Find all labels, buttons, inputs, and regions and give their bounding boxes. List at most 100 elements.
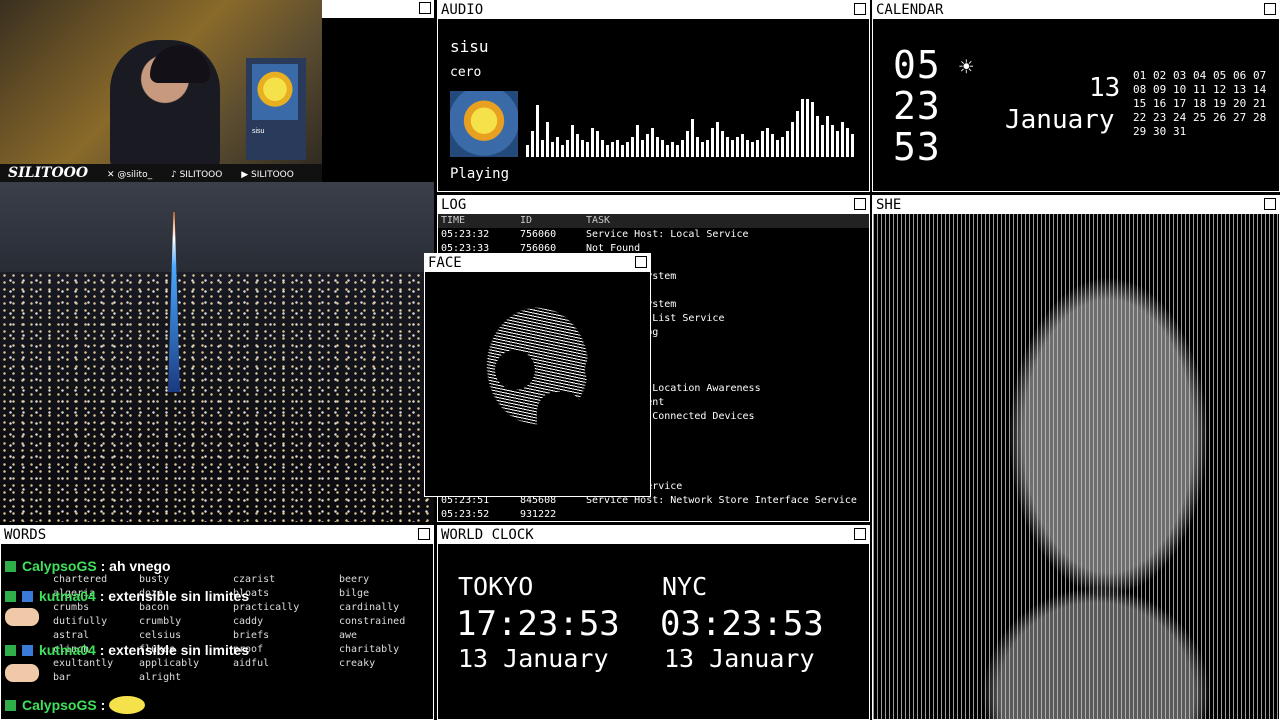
visualizer-bar	[711, 128, 714, 157]
audio-panel: AUDIO sisu cero Playing	[437, 0, 870, 192]
visualizer-bar	[741, 134, 744, 157]
visualizer-bar	[626, 142, 629, 157]
chat-username[interactable]: kutma04	[39, 642, 96, 658]
visualizer-bar	[746, 140, 749, 157]
mod-badge-icon	[5, 561, 16, 572]
window-button-icon[interactable]	[419, 2, 431, 14]
visualizer-bar	[791, 122, 794, 157]
visualizer-bar	[776, 140, 779, 157]
log-row: 05:23:52 931222	[438, 508, 869, 521]
visualizer-bar	[671, 142, 674, 157]
prime-badge-icon	[22, 591, 33, 602]
face-titlebar[interactable]: FACE	[425, 254, 650, 272]
visualizer-bar	[676, 145, 679, 157]
word-item: crumbly	[139, 616, 182, 627]
chat-message: kutma04 : extensible sin limites	[5, 642, 249, 658]
clock-city-tokyo: TOKYO	[458, 572, 534, 601]
emote-icon	[5, 664, 39, 682]
left-top-titlebar	[322, 0, 434, 18]
visualizer-bar	[531, 131, 534, 157]
face-shadow-mouth	[537, 392, 583, 442]
visualizer-bar	[796, 111, 799, 157]
visualizer-bar	[536, 105, 539, 157]
calendar-date: 29	[1133, 125, 1147, 138]
window-button-icon[interactable]	[1264, 198, 1276, 210]
calendar-date: 30	[1153, 125, 1167, 138]
window-button-icon[interactable]	[635, 256, 647, 268]
calendar-clock: 05 23 53	[893, 45, 941, 168]
chat-message	[5, 664, 39, 682]
audio-visualizer	[526, 97, 862, 157]
visualizer-bar	[646, 134, 649, 157]
visualizer-bar	[546, 122, 549, 157]
visualizer-bar	[611, 142, 614, 157]
visualizer-bar	[701, 142, 704, 157]
chat-text: ah vnego	[109, 558, 171, 574]
words-titlebar: WORDS	[1, 526, 433, 544]
visualizer-bar	[826, 116, 829, 157]
chat-text: extensible sin limites	[108, 588, 250, 604]
word-item: briefs	[233, 630, 270, 641]
channel-name: SILITOOO	[8, 165, 89, 181]
log-id: 756060	[520, 229, 557, 240]
calendar-date: 01	[1133, 69, 1147, 82]
visualizer-bar	[636, 125, 639, 157]
visualizer-bar	[851, 134, 854, 157]
calendar-date: 03	[1173, 69, 1187, 82]
log-time: 05:23:52	[441, 509, 490, 520]
visualizer-bar	[566, 140, 569, 157]
visualizer-bar	[631, 137, 634, 157]
window-button-icon[interactable]	[1264, 3, 1276, 15]
log-row: 05:23:32 756060 Service Host: Local Servic…	[438, 228, 869, 242]
calendar-date: 05	[1213, 69, 1227, 82]
log-titlebar: LOG	[438, 196, 869, 214]
mod-badge-icon	[5, 700, 16, 711]
calendar-date: 08	[1133, 83, 1147, 96]
clock-time-nyc: 03:23:53	[660, 604, 824, 644]
chat-username[interactable]: CalypsoGS	[22, 697, 97, 713]
word-item: creaky	[339, 658, 376, 669]
visualizer-bar	[616, 140, 619, 157]
calendar-date: 24	[1173, 111, 1187, 124]
city-lights	[0, 272, 434, 522]
calendar-date: 09	[1153, 83, 1167, 96]
chat-message	[5, 608, 39, 626]
calendar-date: 28	[1253, 111, 1267, 124]
webcam-overlay: sisu SILITOOO ✕ @silito_ ♪ SILITOOO ▶ SI…	[0, 0, 322, 182]
window-button-icon[interactable]	[854, 3, 866, 15]
visualizer-bar	[576, 134, 579, 157]
visualizer-bar	[726, 137, 729, 157]
window-button-icon[interactable]	[854, 198, 866, 210]
audio-titlebar: AUDIO	[438, 1, 869, 19]
emote-icon	[109, 696, 146, 714]
calendar-date: 02	[1153, 69, 1167, 82]
visualizer-bar	[786, 131, 789, 157]
emote-icon	[5, 608, 39, 626]
visualizer-bar	[836, 131, 839, 157]
word-item: constrained	[339, 616, 406, 627]
word-item: busty	[139, 574, 170, 585]
calendar-date: 16	[1153, 97, 1167, 110]
calendar-date: 06	[1233, 69, 1247, 82]
window-button-icon[interactable]	[854, 528, 866, 540]
window-button-icon[interactable]	[418, 528, 430, 540]
sun-icon: ☀	[959, 53, 974, 81]
calendar-date: 15	[1133, 97, 1147, 110]
clock-date-nyc: 13 January	[664, 644, 815, 673]
face-render-image	[425, 272, 650, 496]
calendar-panel: CALENDAR 05 23 53 ☀ 13 January 01 02 03 04 0…	[872, 0, 1280, 192]
calendar-day: 13	[1089, 73, 1121, 103]
chat-message: CalypsoGS :	[5, 696, 146, 714]
visualizer-bar	[691, 119, 694, 157]
chat-username[interactable]: kutma04	[39, 588, 96, 604]
calendar-month: January	[1005, 105, 1115, 135]
log-col-id: ID	[520, 215, 533, 226]
word-item: exultantly	[53, 658, 114, 669]
face-panel: FACE	[424, 253, 651, 497]
visualizer-bar	[541, 140, 544, 157]
clock-city-nyc: NYC	[662, 572, 708, 601]
world-clock-titlebar: WORLD CLOCK	[438, 526, 869, 544]
she-panel: SHE	[872, 195, 1280, 720]
chat-username[interactable]: CalypsoGS	[22, 558, 97, 574]
word-item: czarist	[233, 574, 276, 585]
